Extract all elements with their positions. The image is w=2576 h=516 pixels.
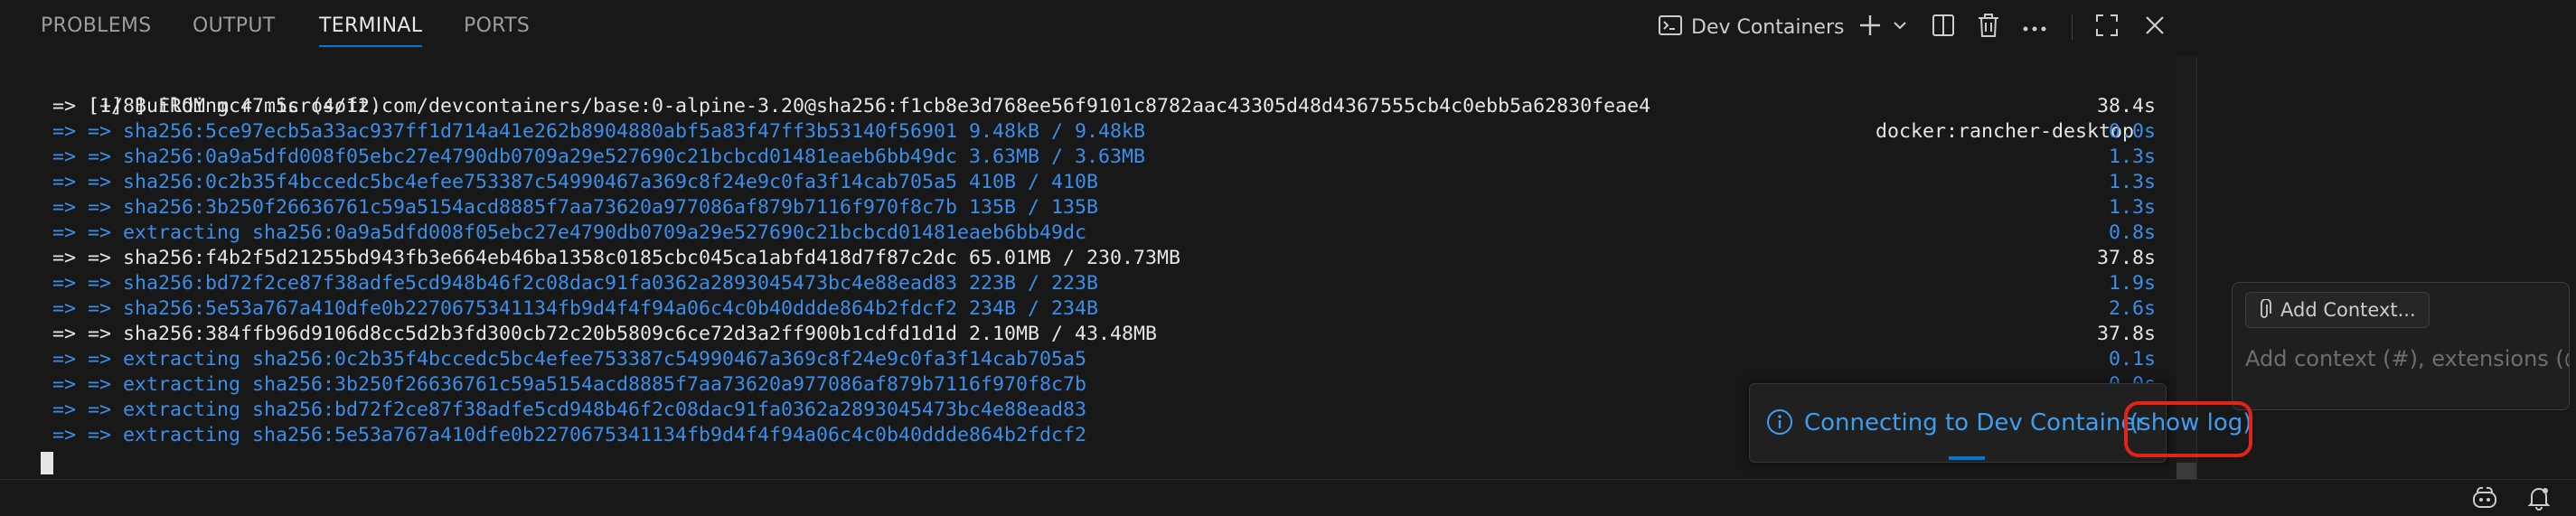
info-icon	[1766, 408, 1793, 439]
split-terminal-button[interactable]	[1932, 9, 1955, 45]
terminal-line: => => sha256:f4b2f5d21255bd943fb3e664eb4…	[41, 247, 2157, 269]
status-bar	[0, 479, 2576, 516]
notification-message: Connecting to Dev Container	[1804, 409, 2146, 436]
add-context-button[interactable]: Add Context...	[2245, 292, 2430, 328]
terminal-line: => => extracting sha256:bd72f2ce87f38adf…	[41, 399, 1087, 421]
terminal-line: => => extracting sha256:3b250f26636761c5…	[41, 373, 2156, 396]
tab-problems[interactable]: PROBLEMS	[41, 14, 151, 37]
maximize-icon	[2095, 14, 2119, 41]
terminal-profile-button[interactable]: Dev Containers	[1659, 9, 1844, 45]
terminal-line: => => extracting sha256:0a9a5dfd008f05eb…	[41, 221, 2157, 244]
notification-toast: Connecting to Dev Container (show log)	[1749, 383, 2252, 463]
new-terminal-button[interactable]	[1857, 9, 1883, 45]
chat-input[interactable]: Add context (#), extensions (@), command…	[2245, 346, 2569, 371]
terminal-line-header: [+] Building 47.5s (4/12) docker:rancher…	[88, 95, 2135, 143]
terminal-line: => => sha256:384ffb96d9106d8cc5d2b3fd300…	[41, 323, 2157, 345]
terminal-cursor	[41, 452, 53, 474]
tab-ports[interactable]: PORTS	[464, 14, 530, 37]
show-log-highlight	[2124, 401, 2252, 457]
split-icon	[1932, 14, 1955, 41]
close-icon	[2145, 15, 2165, 39]
notification-progress	[1949, 456, 1985, 460]
terminal-line: => => sha256:bd72f2ce87f38adfe5cd948b46f…	[41, 272, 2157, 295]
terminal-line: => => sha256:5ce97ecb5a33ac937ff1d714a41…	[41, 120, 2157, 143]
close-panel-button[interactable]	[2145, 9, 2165, 45]
tab-terminal[interactable]: TERMINAL	[319, 14, 423, 47]
trash-icon	[1977, 13, 2000, 42]
terminal-line: => => extracting sha256:5e53a767a410dfe0…	[41, 424, 1087, 446]
terminal-icon	[1659, 14, 1682, 40]
terminal-line: => [1/8] FROM mcr.microsoft.com/devconta…	[41, 95, 2157, 117]
terminal-line: => => extracting sha256:0c2b35f4bccedc5b…	[41, 348, 2157, 371]
copilot-icon[interactable]	[2471, 485, 2498, 514]
terminal-dropdown-button[interactable]	[1892, 9, 1908, 45]
paperclip-icon	[2257, 299, 2271, 321]
tab-output[interactable]: OUTPUT	[193, 14, 275, 37]
maximize-panel-button[interactable]	[2095, 9, 2119, 45]
panel-tab-bar: PROBLEMS OUTPUT TERMINAL PORTS Dev Conta…	[0, 0, 2576, 56]
terminal-line: => => sha256:0c2b35f4bccedc5bc4efee75338…	[41, 171, 2157, 193]
more-actions-button[interactable]	[2023, 9, 2046, 45]
chevron-down-icon	[1892, 17, 1908, 37]
more-icon	[2023, 19, 2046, 36]
plus-icon	[1857, 13, 1883, 42]
terminal-scrollbar-thumb[interactable]	[2176, 463, 2196, 479]
terminal-line: => => sha256:5e53a767a410dfe0b2270675341…	[41, 297, 2157, 320]
terminal-profile-label: Dev Containers	[1691, 15, 1845, 39]
toolbar-separator	[2072, 14, 2073, 40]
chat-input-box[interactable]: Add Context... Add context (#), extensio…	[2232, 282, 2570, 410]
terminal-line: => => sha256:0a9a5dfd008f05ebc27e4790db0…	[41, 145, 2157, 168]
notifications-bell-icon[interactable]	[2527, 485, 2551, 514]
docker-context: docker:rancher-desktop	[1876, 120, 2135, 143]
terminal-line: => => sha256:3b250f26636761c59a5154acd88…	[41, 196, 2157, 219]
chat-panel: Add Context... Add context (#), extensio…	[2196, 56, 2576, 479]
kill-terminal-button[interactable]	[1977, 9, 2000, 45]
add-context-label: Add Context...	[2280, 299, 2416, 321]
